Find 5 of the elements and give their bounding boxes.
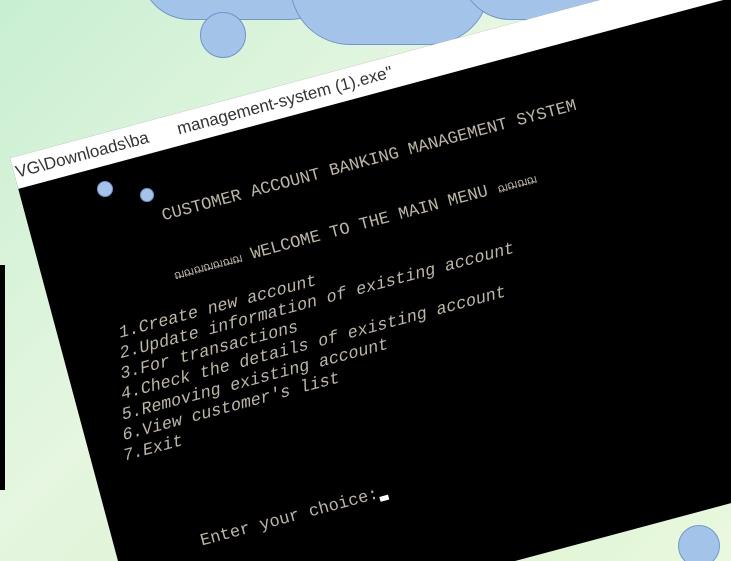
ornament-text: ฌฌฌฌ — [495, 172, 539, 199]
circle-drawing — [678, 525, 720, 561]
prompt-text: Enter your choice: — [198, 485, 382, 552]
cursor-icon — [378, 494, 389, 502]
circle-drawing — [200, 12, 246, 58]
